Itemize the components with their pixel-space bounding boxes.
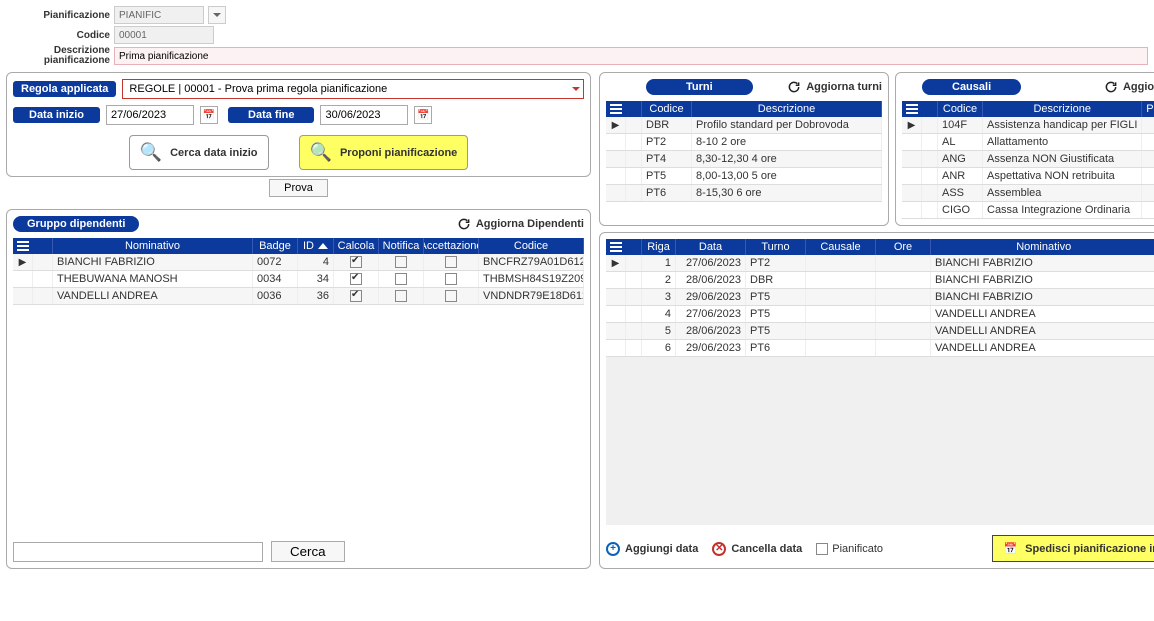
refresh-icon xyxy=(457,217,471,231)
col-calcola[interactable]: Calcola xyxy=(334,238,379,254)
checkbox[interactable] xyxy=(445,256,457,268)
header-form: Pianificazione Codice Descrizione pianif… xyxy=(6,6,1148,66)
table-row[interactable]: ▶ BIANCHI FABRIZIO 0072 4 BNCFRZ79A01D61… xyxy=(13,254,584,271)
data-inizio-label: Data inizio xyxy=(13,107,100,123)
table-row[interactable]: PT5 8,00-13,00 5 ore xyxy=(606,168,882,185)
gruppo-title: Gruppo dipendenti xyxy=(13,216,139,232)
delete-icon: ✕ xyxy=(712,542,726,556)
menu-icon[interactable] xyxy=(902,101,922,117)
proponi-button[interactable]: 🔍 Proponi pianificazione xyxy=(299,135,469,170)
table-row[interactable]: ▶ 1 27/06/2023 PT2 BIANCHI FABRIZIO 4 xyxy=(606,255,1154,272)
pianificazione-dropdown[interactable] xyxy=(208,6,226,24)
col-data[interactable]: Data xyxy=(676,239,746,255)
menu-icon[interactable] xyxy=(13,238,33,254)
table-row[interactable]: 2 28/06/2023 DBR BIANCHI FABRIZIO 4 xyxy=(606,272,1154,289)
col-accettazione[interactable]: Accettazione xyxy=(424,238,479,254)
table-row[interactable]: PT2 8-10 2 ore xyxy=(606,134,882,151)
gruppo-panel: Gruppo dipendenti Aggiorna Dipendenti No… xyxy=(6,209,591,569)
table-row[interactable]: ANR Aspettativa NON retribuita xyxy=(902,168,1154,185)
table-row[interactable]: VANDELLI ANDREA 0036 36 VNDNDR79E18D612O xyxy=(13,288,584,305)
regola-combo[interactable] xyxy=(122,79,584,99)
refresh-dipendenti-button[interactable]: Aggiorna Dipendenti xyxy=(457,217,584,231)
col-nominativo[interactable]: Nominativo xyxy=(931,239,1154,255)
cancella-data-button[interactable]: ✕ Cancella data xyxy=(712,542,802,556)
table-row[interactable]: ▶ 104F Assistenza handicap per FIGLI xyxy=(902,117,1154,134)
plus-icon: + xyxy=(606,542,620,556)
table-row[interactable]: 5 28/06/2023 PT5 VANDELLI ANDREA 36 xyxy=(606,323,1154,340)
col-notifica[interactable]: Notifica xyxy=(379,238,424,254)
checkbox[interactable] xyxy=(445,273,457,285)
rule-panel: Regola applicata Data inizio 📅 Data fine… xyxy=(6,72,591,177)
table-row[interactable]: 4 27/06/2023 PT5 VANDELLI ANDREA 36 xyxy=(606,306,1154,323)
table-row[interactable]: ANG Assenza NON Giustificata xyxy=(902,151,1154,168)
pianificato-checkbox[interactable]: Pianificato xyxy=(816,543,883,555)
col-descrizione[interactable]: Descrizione xyxy=(983,101,1142,117)
regola-input[interactable] xyxy=(123,80,569,98)
col-codice[interactable]: Codice xyxy=(479,238,584,254)
calendar-icon[interactable]: 📅 xyxy=(200,106,218,124)
calendar-send-icon: 📅 xyxy=(1003,542,1017,555)
causali-title: Causali xyxy=(922,79,1021,95)
refresh-turni-button[interactable]: Aggiorna turni xyxy=(787,80,882,94)
spedisci-button[interactable]: 📅 Spedisci pianificazione in Present xyxy=(992,535,1154,562)
col-ore[interactable]: Ore xyxy=(876,239,931,255)
data-fine-label: Data fine xyxy=(228,107,314,123)
table-row[interactable]: ASS Assemblea xyxy=(902,185,1154,202)
calendar-icon[interactable]: 📅 xyxy=(414,106,432,124)
data-inizio-input[interactable] xyxy=(106,105,194,125)
search-icon: 🔍 xyxy=(140,142,162,163)
checkbox[interactable] xyxy=(395,256,407,268)
causali-panel: Causali Aggiorna Causali Codice Descrizi… xyxy=(895,72,1154,226)
checkbox[interactable] xyxy=(395,273,407,285)
checkbox[interactable] xyxy=(350,273,362,285)
aggiungi-data-button[interactable]: + Aggiungi data xyxy=(606,542,698,556)
refresh-icon xyxy=(1104,80,1118,94)
col-causale[interactable]: Causale xyxy=(806,239,876,255)
gruppo-cerca-button[interactable]: Cerca xyxy=(271,541,345,562)
menu-icon[interactable] xyxy=(606,239,626,255)
col-codice[interactable]: Codice xyxy=(938,101,983,117)
menu-icon[interactable] xyxy=(606,101,626,117)
col-turno[interactable]: Turno xyxy=(746,239,806,255)
col-nominativo[interactable]: Nominativo xyxy=(53,238,253,254)
checkbox[interactable] xyxy=(445,290,457,302)
prova-button[interactable]: Prova xyxy=(269,179,328,197)
turni-panel: Turni Aggiorna turni Codice Descrizione … xyxy=(599,72,889,226)
checkbox[interactable] xyxy=(395,290,407,302)
col-presenza[interactable]: Presenza xyxy=(1142,101,1154,117)
descrizione-label: Descrizione pianificazione xyxy=(6,46,110,66)
table-row[interactable]: ▶ DBR Profilo standard per Dobrovoda xyxy=(606,117,882,134)
col-id[interactable]: ID xyxy=(298,238,334,254)
checkbox[interactable] xyxy=(350,256,362,268)
checkbox[interactable] xyxy=(350,290,362,302)
table-row[interactable]: PT4 8,30-12,30 4 ore xyxy=(606,151,882,168)
descrizione-input[interactable] xyxy=(114,47,1148,65)
table-row[interactable]: 3 29/06/2023 PT5 BIANCHI FABRIZIO 4 xyxy=(606,289,1154,306)
search-icon: 🔍 xyxy=(310,142,332,163)
turni-title: Turni xyxy=(646,79,753,95)
col-descrizione[interactable]: Descrizione xyxy=(692,101,882,117)
codice-input[interactable] xyxy=(114,26,214,44)
codice-label: Codice xyxy=(6,30,110,41)
refresh-icon xyxy=(787,80,801,94)
pianificazione-label: Pianificazione xyxy=(6,10,110,21)
table-row[interactable]: PT6 8-15,30 6 ore xyxy=(606,185,882,202)
gruppo-search-input[interactable] xyxy=(13,542,263,562)
col-codice[interactable]: Codice xyxy=(642,101,692,117)
table-row[interactable]: CIGO Cassa Integrazione Ordinaria xyxy=(902,202,1154,219)
regola-applicata-label: Regola applicata xyxy=(13,81,116,97)
col-badge[interactable]: Badge xyxy=(253,238,298,254)
refresh-causali-button[interactable]: Aggiorna Causali xyxy=(1104,80,1154,94)
col-riga[interactable]: Riga xyxy=(642,239,676,255)
pianificazione-input[interactable] xyxy=(114,6,204,24)
table-row[interactable]: THEBUWANA MANOSH 0034 34 THBMSH84S19Z209… xyxy=(13,271,584,288)
table-row[interactable]: 6 29/06/2023 PT6 VANDELLI ANDREA 36 xyxy=(606,340,1154,357)
table-row[interactable]: AL Allattamento xyxy=(902,134,1154,151)
data-fine-input[interactable] xyxy=(320,105,408,125)
plan-panel: Riga Data Turno Causale Ore Nominativo I… xyxy=(599,232,1154,569)
cerca-data-button[interactable]: 🔍 Cerca data inizio xyxy=(129,135,269,170)
